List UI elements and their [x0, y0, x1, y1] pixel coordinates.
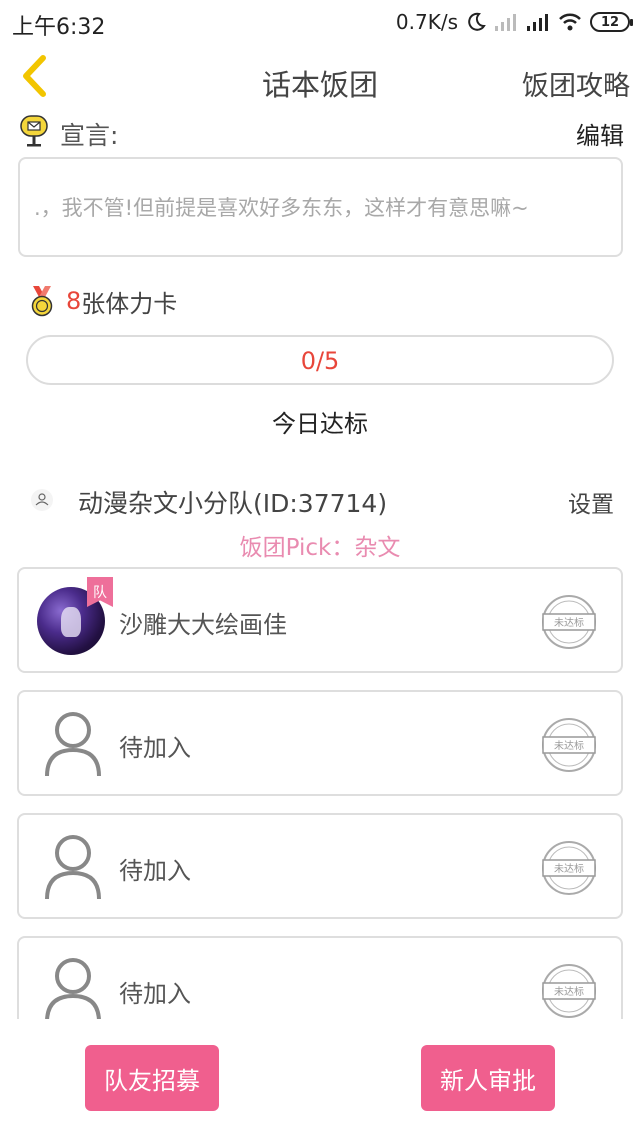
header: 话本饭团 饭团攻略 — [0, 46, 640, 116]
signal-icon — [526, 12, 550, 32]
mailbox-icon — [20, 115, 48, 147]
member-card[interactable]: 待加入 未达标 — [17, 690, 623, 796]
stamina-row: 8 张体力卡 — [28, 284, 177, 318]
battery-icon: 12 — [590, 12, 633, 32]
person-icon — [45, 958, 101, 1019]
member-card[interactable]: 待加入 未达标 — [17, 936, 623, 1019]
recruit-button[interactable]: 队友招募 — [85, 1045, 219, 1111]
stamp-text: 未达标 — [554, 863, 584, 875]
approve-button[interactable]: 新人审批 — [421, 1045, 555, 1111]
team-name: 动漫杂文小分队(ID:37714) — [78, 489, 388, 518]
daily-progress-bar: 0/5 — [26, 335, 614, 385]
member-name: 待加入 — [119, 980, 191, 1008]
stamp-text: 未达标 — [554, 617, 584, 629]
not-qualified-stamp-icon: 未达标 — [542, 718, 596, 772]
not-qualified-stamp-icon: 未达标 — [542, 964, 596, 1018]
status-icons: 0.7K/s 12 — [395, 8, 633, 36]
status-time: 上午6:32 — [12, 15, 106, 40]
stamp-text: 未达标 — [554, 740, 584, 752]
not-qualified-stamp-icon: 未达标 — [542, 841, 596, 895]
moon-icon — [466, 12, 486, 32]
member-card[interactable]: 待加入 未达标 — [17, 813, 623, 919]
declaration-text: .，我不管!但前提是喜欢好多东东，这样才有意思嘛~ — [34, 196, 529, 220]
member-name: 待加入 — [119, 734, 191, 762]
person-icon — [45, 835, 101, 900]
status-bar: 上午6:32 0.7K/s 12 — [0, 0, 640, 46]
guide-link[interactable]: 饭团攻略 — [522, 64, 630, 103]
stamp-text: 未达标 — [554, 986, 584, 998]
member-name: 沙雕大大绘画佳 — [119, 611, 287, 639]
declaration-label: 宣言: — [60, 121, 119, 150]
wifi-icon — [558, 12, 582, 32]
pick-label: 饭团Pick： — [239, 535, 355, 561]
team-pick: 饭团Pick：杂文 — [0, 528, 640, 562]
pick-value: 杂文 — [354, 535, 401, 561]
progress-caption: 今日达标 — [272, 410, 368, 438]
edit-button[interactable]: 编辑 — [576, 116, 624, 151]
medal-icon — [31, 286, 53, 317]
member-list[interactable]: 队 沙雕大大绘画佳 未达标 待加入 未达标 待加入 未达标 待加入 未达标 — [17, 567, 623, 1019]
progress-text: 0/5 — [300, 347, 340, 375]
net-speed: 0.7K/s — [395, 10, 458, 34]
stamina-label: 张体力卡 — [81, 289, 178, 318]
member-card[interactable]: 队 沙雕大大绘画佳 未达标 — [17, 567, 623, 673]
person-icon — [45, 712, 101, 777]
declaration-header: 宣言: 编辑 — [18, 114, 624, 150]
settings-button[interactable]: 设置 — [568, 485, 614, 519]
signal-empty-icon — [494, 12, 518, 32]
member-name: 待加入 — [119, 857, 191, 885]
team-row: 动漫杂文小分队(ID:37714) 设置 — [30, 482, 616, 518]
stamina-count: 8 — [66, 287, 82, 315]
not-qualified-stamp-icon: 未达标 — [542, 595, 596, 649]
team-logo-icon — [31, 489, 53, 511]
declaration-box: .，我不管!但前提是喜欢好多东东，这样才有意思嘛~ — [18, 157, 623, 257]
